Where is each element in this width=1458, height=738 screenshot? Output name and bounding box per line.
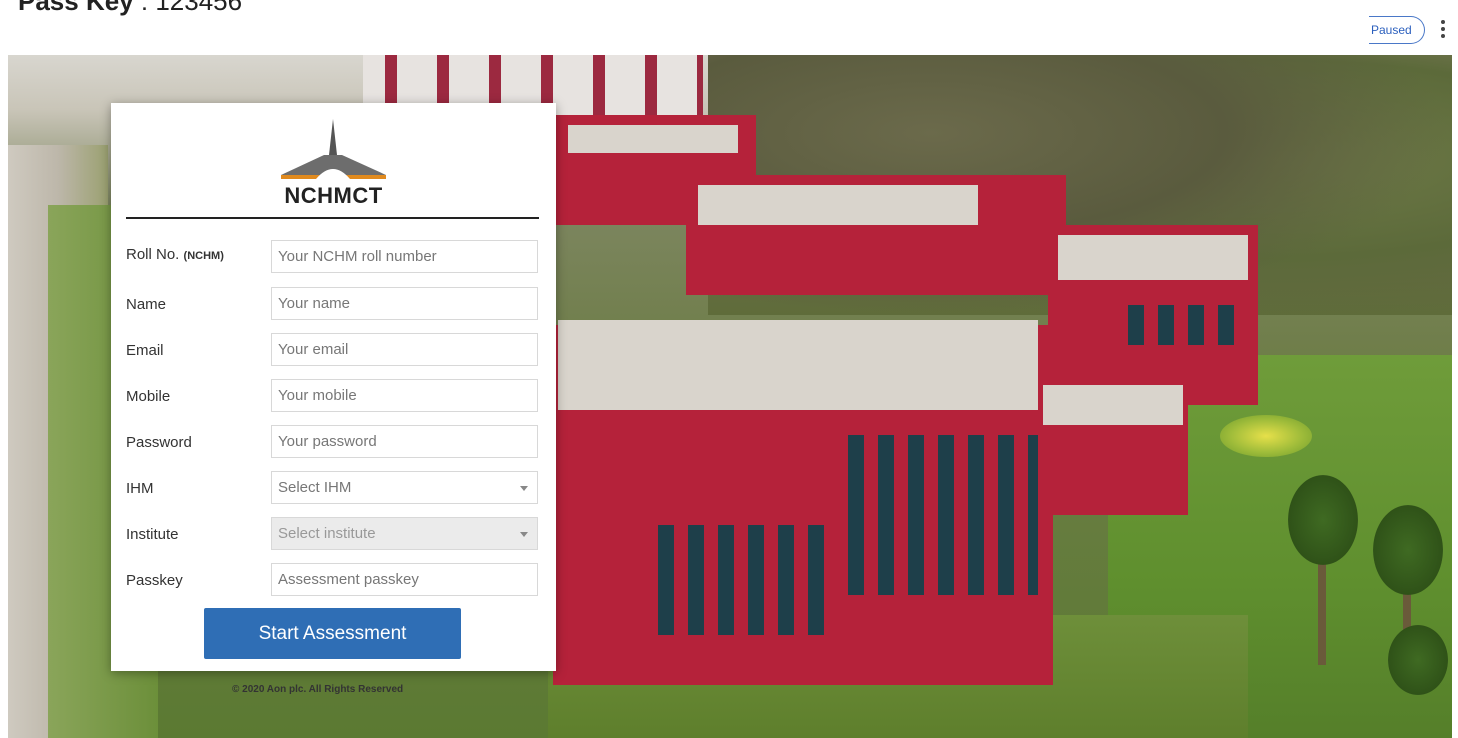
institute-select: Select institute <box>271 517 538 550</box>
passkey-banner-label: Pass Key <box>18 0 134 16</box>
nchmct-logo: NCHMCT <box>276 115 391 211</box>
mobile-input[interactable] <box>271 379 538 412</box>
start-assessment-button[interactable]: Start Assessment <box>204 608 461 659</box>
roll-number-label-suffix: (NCHM) <box>183 250 224 262</box>
email-input[interactable] <box>271 333 538 366</box>
caret-icon <box>520 486 528 491</box>
password-input[interactable] <box>271 425 538 458</box>
email-label: Email <box>126 342 164 359</box>
garden-fountain <box>1220 415 1312 457</box>
roll-number-label: Roll No. (NCHM) <box>126 246 224 263</box>
assessment-login-card: NCHMCT Roll No. (NCHM) Name Email Mobile… <box>111 103 556 671</box>
passkey-label: Passkey <box>126 572 183 589</box>
name-label: Name <box>126 296 167 313</box>
roll-number-label-text: Roll No. <box>126 246 180 263</box>
shrub <box>1388 625 1448 695</box>
building-roof <box>1043 385 1183 425</box>
nchmct-logo-icon <box>281 119 386 179</box>
institute-select-value: Select institute <box>278 525 376 542</box>
building-roof <box>698 185 978 225</box>
roll-number-input[interactable] <box>271 240 538 273</box>
header-divider <box>126 217 539 219</box>
password-label: Password <box>126 434 192 451</box>
passkey-banner-separator: : <box>133 0 156 16</box>
palm-tree <box>1288 475 1358 565</box>
name-input[interactable] <box>271 287 538 320</box>
ihm-select[interactable]: Select IHM <box>271 471 538 504</box>
building-windows <box>848 435 1038 595</box>
top-bar: Pass Key : 123456 Paused <box>0 0 1458 52</box>
caret-icon <box>520 532 528 537</box>
copyright-footer: © 2020 Aon plc. All Rights Reserved <box>232 684 404 695</box>
institute-label: Institute <box>126 526 179 543</box>
logo-text: NCHMCT <box>284 183 383 208</box>
main-building-roof <box>558 320 1038 410</box>
building-windows <box>1128 305 1248 345</box>
passkey-banner: Pass Key : 123456 <box>18 0 242 17</box>
ihm-label: IHM <box>126 480 154 497</box>
ihm-select-value: Select IHM <box>278 479 352 496</box>
building-roof <box>568 125 738 153</box>
passkey-banner-value: 123456 <box>155 0 243 16</box>
building-roof <box>1058 235 1248 280</box>
paused-chip[interactable]: Paused <box>1369 16 1425 44</box>
building-windows <box>658 525 828 635</box>
mobile-label: Mobile <box>126 388 171 405</box>
palm-tree <box>1373 505 1443 595</box>
passkey-input[interactable] <box>271 563 538 596</box>
kebab-icon[interactable] <box>1440 20 1446 40</box>
